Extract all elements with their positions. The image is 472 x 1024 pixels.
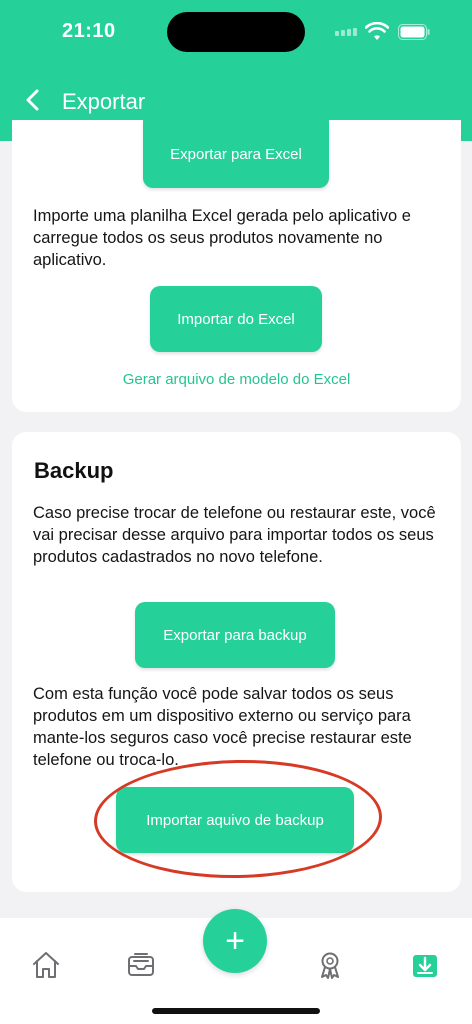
- import-excel-button[interactable]: Importar do Excel: [150, 286, 322, 352]
- award-icon[interactable]: [315, 950, 345, 980]
- signal-icon: [335, 28, 357, 36]
- inbox-icon[interactable]: [126, 950, 156, 980]
- home-icon[interactable]: [31, 950, 61, 980]
- add-button[interactable]: +: [203, 909, 267, 973]
- home-indicator: [152, 1008, 320, 1014]
- excel-card: Exportar para Excel Importe uma planilha…: [12, 120, 461, 412]
- backup-import-description: Com esta função você pode salvar todos o…: [33, 685, 412, 769]
- battery-icon: [398, 24, 430, 40]
- backup-title: Backup: [34, 458, 114, 483]
- export-backup-button[interactable]: Exportar para backup: [135, 602, 335, 668]
- wifi-icon: [365, 22, 389, 40]
- export-excel-button[interactable]: Exportar para Excel: [143, 120, 329, 188]
- page-title: Exportar: [62, 89, 146, 114]
- dynamic-island: [167, 12, 305, 52]
- excel-import-description: Importe uma planilha Excel gerada pelo a…: [33, 207, 411, 269]
- download-icon[interactable]: [410, 950, 440, 980]
- status-time: 21:10: [62, 20, 116, 42]
- excel-template-link[interactable]: Gerar arquivo de modelo do Excel: [12, 371, 461, 388]
- backup-description: Caso precise trocar de telefone ou resta…: [33, 504, 436, 566]
- back-chevron-icon[interactable]: [22, 88, 44, 112]
